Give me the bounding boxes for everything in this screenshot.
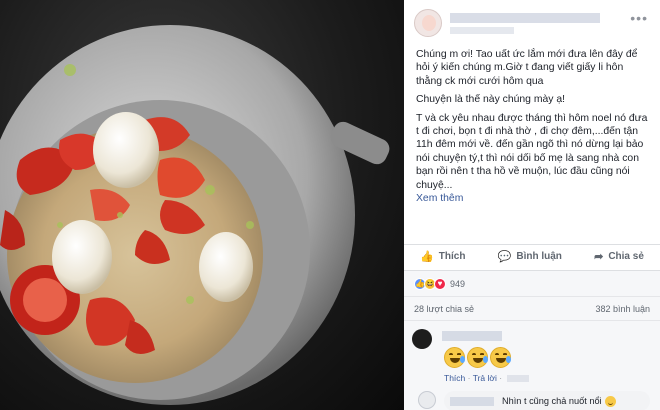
share-label: Chia sẻ (608, 251, 644, 262)
comment-actions: Thích · Trả lời · (444, 373, 530, 383)
post-paragraph-3-text: T và ck yêu nhau được tháng thì hôm noel… (416, 112, 648, 191)
thumbs-up-icon: 👍 (420, 251, 434, 263)
post-paragraph-2: Chuyện là thế này chúng mày ạ! (416, 94, 566, 106)
post-paragraph-1: Chúng m ơi! Tao uất ức lắm mới đưa lên đ… (416, 49, 638, 87)
separator: · (499, 373, 503, 383)
comments-section: Thích · Trả lời · Nhìn t cũng chả nuốt n… (404, 320, 660, 410)
like-button[interactable]: 👍 Thích (420, 250, 465, 263)
egg-1 (93, 112, 159, 188)
post-header: ••• (404, 0, 660, 42)
comment-button[interactable]: 💬 Bình luận (498, 250, 562, 263)
smile-emoji-icon (604, 395, 616, 407)
post-action-bar: 👍 Thích 💬 Bình luận ➦ Chia sẻ (404, 244, 660, 268)
commenter-avatar[interactable] (412, 329, 432, 349)
commenter-2-avatar[interactable] (418, 391, 436, 409)
commenter-name-blurred[interactable] (442, 331, 502, 341)
more-options-icon[interactable]: ••• (630, 10, 648, 26)
share-icon: ➦ (594, 251, 604, 263)
love-icon: ♥ (434, 277, 446, 290)
pot-photo-illustration (0, 25, 390, 405)
laughing-emoji-icon (444, 347, 465, 368)
separator: · (467, 373, 471, 383)
laughing-emoji-icon (467, 347, 488, 368)
share-count[interactable]: 28 lượt chia sẻ (414, 304, 474, 314)
comment-count[interactable]: 382 bình luận (595, 304, 650, 314)
comment-label: Bình luận (516, 251, 562, 262)
poster-name-blurred[interactable] (450, 13, 600, 23)
post-photo[interactable] (0, 0, 404, 410)
post-paragraph-3: T và ck yêu nhau được tháng thì hôm noel… (416, 112, 652, 206)
comment-2-bubble: Nhìn t cũng chả nuốt nổi (444, 391, 650, 410)
reactions-summary[interactable]: 👍 😆 ♥ 949 (404, 270, 660, 296)
post-text: Chúng m ơi! Tao uất ức lắm mới đưa lên đ… (416, 48, 652, 210)
egg-2 (52, 220, 112, 294)
share-button[interactable]: ➦ Chia sẻ (594, 250, 644, 263)
comment-emoji-content (444, 347, 511, 368)
egg-3 (199, 232, 253, 302)
post-panel: ••• Chúng m ơi! Tao uất ức lắm mới đưa l… (404, 0, 660, 410)
comment-reply-link[interactable]: Trả lời (473, 373, 497, 383)
share-comment-counts: 28 lượt chia sẻ 382 bình luận (404, 296, 660, 320)
comment-time-blurred (507, 375, 530, 383)
reaction-count: 949 (450, 278, 466, 289)
comment-2-text: Nhìn t cũng chả nuốt nổi (502, 396, 602, 406)
laughing-emoji-icon (490, 347, 511, 368)
post-time-blurred (450, 27, 514, 34)
poster-avatar[interactable] (414, 9, 442, 37)
see-more-link[interactable]: Xem thêm (416, 193, 463, 204)
like-label: Thích (438, 251, 466, 262)
commenter-2-name-blurred[interactable] (450, 396, 494, 406)
comment-icon: 💬 (497, 251, 512, 263)
comment-like-link[interactable]: Thích (444, 373, 465, 383)
